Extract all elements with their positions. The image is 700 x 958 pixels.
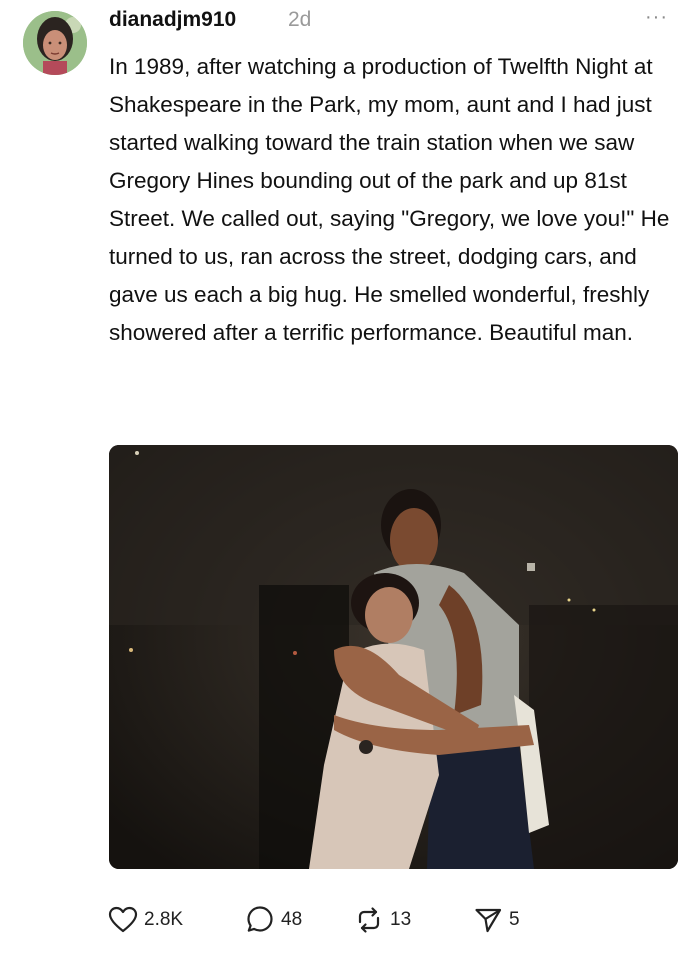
heart-icon	[108, 906, 138, 933]
reply-count: 48	[281, 909, 303, 930]
post-timestamp: 2d	[288, 8, 312, 31]
like-count: 2.8K	[144, 909, 184, 930]
share-button[interactable]: 5	[473, 900, 520, 940]
avatar[interactable]	[23, 11, 87, 75]
repost-icon	[358, 907, 380, 933]
like-button[interactable]: 2.8K	[108, 900, 183, 940]
send-icon	[475, 908, 502, 933]
repost-count: 13	[390, 909, 412, 930]
avatar-image	[23, 11, 87, 75]
action-bar: 2.8K 48 13 5	[108, 900, 668, 940]
more-dots-icon[interactable]: ···	[645, 7, 673, 32]
username[interactable]: dianadjm910	[109, 8, 236, 32]
post-text: In 1989, after watching a production of …	[109, 54, 670, 345]
post-photo[interactable]	[109, 445, 678, 869]
reply-button[interactable]: 48	[245, 900, 302, 940]
comment-bubble-icon	[247, 906, 273, 932]
photo-image	[109, 445, 678, 869]
repost-button[interactable]: 13	[354, 900, 411, 940]
share-count: 5	[509, 909, 520, 930]
